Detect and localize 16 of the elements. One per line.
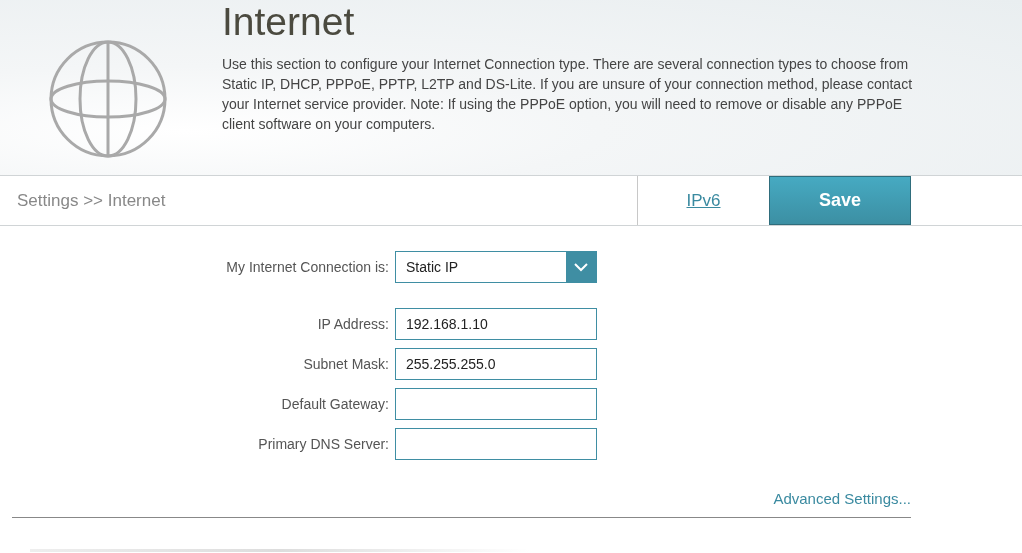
page-title: Internet: [222, 0, 356, 44]
breadcrumb: Settings >> Internet: [16, 189, 166, 212]
input-field[interactable]: 192.168.1.10: [395, 308, 597, 340]
chevron-down-icon: [574, 262, 588, 272]
input-field[interactable]: 255.255.255.0: [395, 348, 597, 380]
globe-icon: [49, 40, 167, 158]
field-label: My Internet Connection is:: [225, 257, 390, 277]
field-label: Subnet Mask:: [302, 354, 390, 374]
description-text: Use this section to configure your Internet Connection type. There are several connection types to choose from Static IP, DHCP, PPPoE, PPTP, L2TP and DS-Lite. If you are unsure of your connection method, please contact your Internet service provider. Note: If using the PPPoE option, you will need to remove or disable any PPPoE client software on your computers.: [222, 55, 914, 134]
field-label: IP Address:: [316, 314, 390, 334]
connection-type-dropdown[interactable]: Static IP: [395, 251, 597, 283]
input-field[interactable]: [395, 428, 597, 460]
advanced-settings-link[interactable]: Advanced Settings...: [773, 488, 911, 511]
field-label: Default Gateway:: [280, 394, 390, 414]
field-label: Primary DNS Server:: [257, 434, 390, 454]
input-field[interactable]: [395, 388, 597, 420]
